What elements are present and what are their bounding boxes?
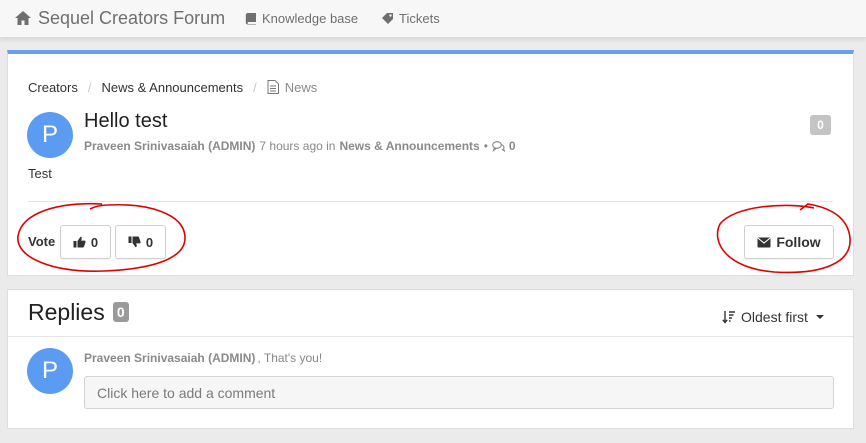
document-icon [267, 80, 279, 94]
replies-header: Replies 0 Oldest first [8, 290, 853, 337]
post-count-badge: 0 [810, 115, 831, 135]
brand-title: Sequel Creators Forum [38, 7, 226, 28]
upvote-count: 0 [90, 234, 99, 250]
reply-author-link[interactable]: Praveen Srinivasaiah (ADMIN) [84, 351, 255, 367]
sort-dropdown[interactable]: Oldest first [722, 308, 824, 326]
post-title: Hello test [84, 110, 168, 132]
post-author-link[interactable]: Praveen Srinivasaiah (ADMIN) [84, 139, 255, 153]
breadcrumb-item-creators[interactable]: Creators [28, 80, 78, 95]
thumbs-down-icon [128, 236, 141, 248]
avatar-letter: P [41, 357, 58, 384]
post-card: Creators / News & Announcements / News P… [7, 50, 854, 276]
replies-title: Replies 0 [28, 298, 129, 326]
post-meta: Praveen Srinivasaiah (ADMIN) 7 hours ago… [84, 138, 516, 154]
breadcrumb-item-news-announcements[interactable]: News & Announcements [101, 80, 243, 95]
nav-knowledge-base[interactable]: Knowledge base [245, 9, 358, 27]
comments-icon [492, 140, 505, 152]
breadcrumb-separator: / [253, 79, 257, 95]
sort-label: Oldest first [741, 309, 808, 325]
avatar[interactable]: P [27, 112, 73, 158]
chevron-down-icon [815, 315, 824, 319]
upvote-button[interactable]: 0 [60, 225, 111, 259]
home-icon [14, 10, 32, 26]
thumbs-up-icon [73, 236, 86, 248]
downvote-count: 0 [145, 234, 154, 250]
nav-knowledge-base-label: Knowledge base [262, 10, 359, 26]
breadcrumb-current-label: News [284, 79, 318, 95]
book-icon [245, 12, 257, 25]
reply-note: , That's you! [257, 351, 323, 365]
downvote-button[interactable]: 0 [115, 225, 166, 259]
nav-tickets[interactable]: Tickets [381, 9, 440, 27]
avatar-letter: P [41, 121, 58, 148]
tag-icon [381, 12, 394, 25]
breadcrumb-separator: / [87, 79, 92, 95]
meta-bullet: • [483, 139, 488, 153]
post-category-link[interactable]: News & Announcements [339, 139, 479, 153]
divider [28, 201, 833, 202]
breadcrumb-current: News [267, 79, 318, 95]
reply-meta: Praveen Srinivasaiah (ADMIN) , That's yo… [84, 351, 322, 367]
replies-card: Replies 0 Oldest first P Praveen Sriniva… [7, 289, 854, 429]
top-navbar: Sequel Creators Forum Knowledge base Tic… [0, 0, 866, 38]
breadcrumb: Creators / News & Announcements / News [28, 78, 317, 96]
nav-tickets-label: Tickets [399, 10, 440, 26]
post-comment-count: 0 [508, 139, 516, 153]
post-time: 7 hours ago in [259, 139, 336, 153]
vote-label: Vote [28, 234, 56, 249]
replies-count-badge: 0 [112, 302, 129, 322]
follow-label: Follow [776, 234, 821, 250]
follow-button[interactable]: Follow [744, 225, 834, 259]
envelope-icon [757, 237, 771, 248]
replies-title-text: Replies [28, 298, 105, 325]
comment-input[interactable] [84, 376, 834, 409]
avatar[interactable]: P [27, 348, 73, 394]
post-body: Test [28, 166, 52, 181]
sort-icon [722, 310, 736, 324]
brand-link[interactable]: Sequel Creators Forum [14, 7, 225, 29]
